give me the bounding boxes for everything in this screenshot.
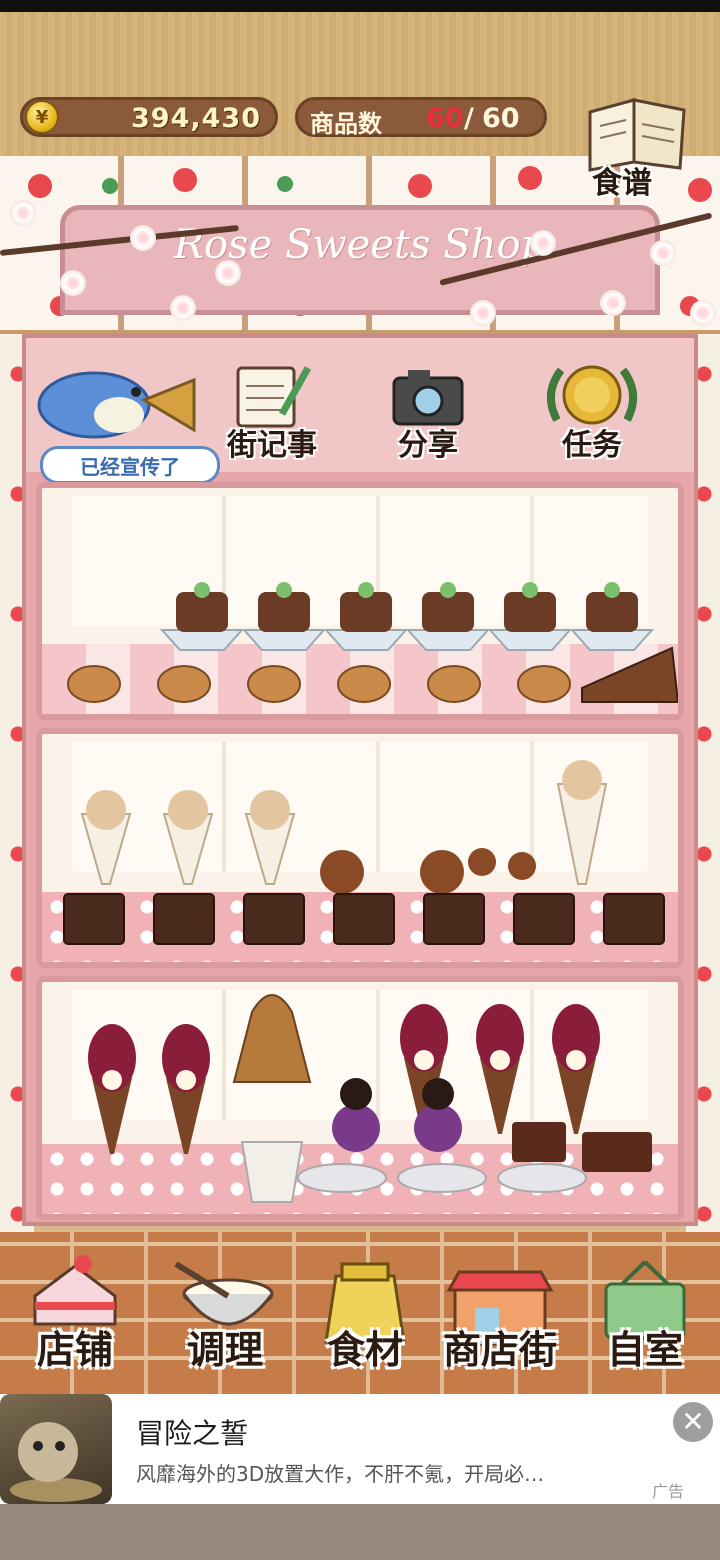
product-count-current: 60 [426,103,464,134]
display-shelf-2[interactable] [36,728,684,968]
coin-icon: ¥ [25,100,59,134]
nav-ingredients-button[interactable]: 食材 [310,1240,420,1390]
share-button[interactable]: 分享 [378,360,478,468]
tasks-label: 任务 [562,428,622,463]
blossom-flower [690,300,716,326]
blossom-flower [470,300,496,326]
product-count-max: 60 [482,103,520,134]
nav-ingredients-label: 食材 [326,1328,403,1372]
nav-cook-label: 调理 [186,1328,263,1372]
recipe-label: 食谱 [592,166,652,201]
nav-shop-label: 店铺 [36,1328,113,1372]
dessert-display-puddings [67,582,678,703]
nav-shop-button[interactable]: 店铺 [20,1240,130,1390]
display-shelf-3[interactable] [36,976,684,1220]
nav-shopping-street-button[interactable]: 商店街 [428,1240,572,1390]
coin-value: 394,430 [131,103,261,134]
ad-banner[interactable]: 冒险之誓 风靡海外的3D放置大作，不肝不氪，开局必… [0,1394,720,1504]
bluebird-megaphone-icon [37,371,196,439]
ad-description: 风靡海外的3D放置大作，不肝不氪，开局必… [136,1462,545,1486]
ad-close-icon[interactable]: ✕ [673,1402,713,1442]
nav-cook-button[interactable]: 调理 [160,1240,290,1390]
tasks-button[interactable]: 任务 [530,360,654,468]
blossom-flower [215,260,241,286]
display-shelf-1[interactable] [36,482,684,720]
share-label: 分享 [398,428,458,463]
blossom-flower [60,270,86,296]
street-news-label: 街记事 [227,428,317,463]
blossom-flower [170,295,196,321]
blossom-flower [650,240,676,266]
ad-title: 冒险之誓 [136,1417,249,1450]
nav-private-room-label: 自室 [606,1328,683,1372]
promo-bird-button[interactable]: 已经宣传了 [24,360,224,486]
blossom-flower [530,230,556,256]
product-counter: 商品数 60 / 60 [295,97,547,138]
nav-shopping-street-label: 商店街 [442,1328,557,1372]
product-count-label: 商品数 [310,110,382,138]
promo-status-badge: 已经宣传了 [40,446,220,484]
dessert-display-brownies [63,760,665,945]
ad-game-character-image [10,1422,102,1502]
blossom-flower [600,290,626,316]
product-count-separator: / [464,103,474,134]
coin-counter: ¥ 394,430 [20,97,278,137]
blossom-flower [130,225,156,251]
street-news-button[interactable]: 街记事 [212,360,332,468]
recipe-button[interactable]: 食谱 [578,92,698,202]
ad-thumbnail[interactable] [0,1394,112,1504]
dessert-display-cones [88,994,652,1203]
nav-private-room-button[interactable]: 自室 [590,1240,700,1390]
status-bar [0,0,720,12]
ad-label: 广告 [652,1482,685,1501]
footer-strip [0,1504,720,1560]
blossom-flower [10,200,36,226]
